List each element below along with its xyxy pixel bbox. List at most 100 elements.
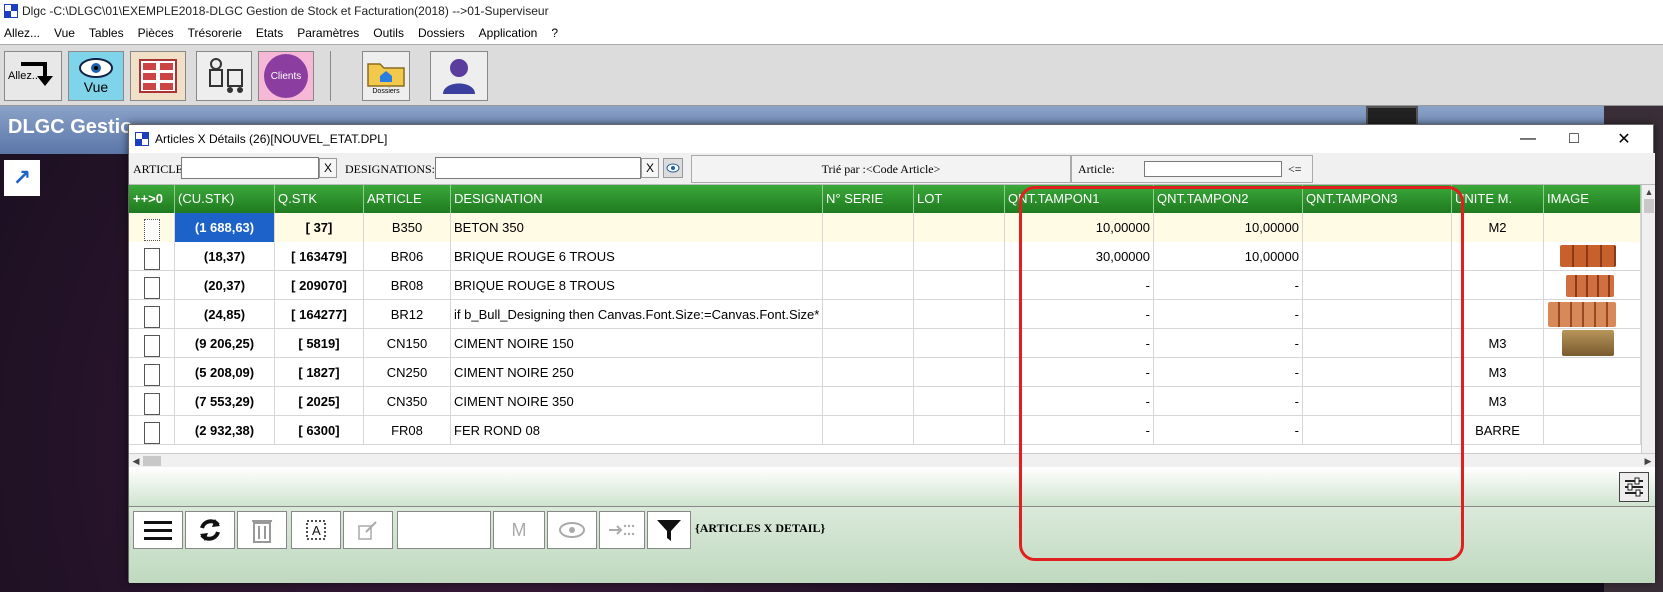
cu-stk-cell[interactable]: (18,37): [175, 242, 275, 271]
menu-dossiers[interactable]: Dossiers: [418, 26, 465, 40]
article-cell[interactable]: BR06: [364, 242, 451, 271]
close-button[interactable]: ✕: [1601, 125, 1647, 153]
menu-vue[interactable]: Vue: [54, 26, 75, 40]
menu-outils[interactable]: Outils: [373, 26, 404, 40]
unite-cell[interactable]: [1452, 300, 1544, 329]
unite-cell[interactable]: M3: [1452, 358, 1544, 387]
menu-button[interactable]: [133, 511, 183, 549]
image-cell[interactable]: [1544, 213, 1641, 242]
designation-cell[interactable]: if b_Bull_Designing then Canvas.Font.Siz…: [451, 300, 823, 329]
column-header-unite[interactable]: UNITE M.: [1452, 185, 1544, 213]
menu-help[interactable]: ?: [551, 26, 558, 40]
designations-clear-button[interactable]: X: [641, 158, 659, 178]
column-header-article[interactable]: ARTICLE: [364, 185, 451, 213]
lot-cell[interactable]: [914, 242, 1005, 271]
row-checkbox[interactable]: [129, 416, 175, 445]
column-header-q-stk[interactable]: Q.STK: [275, 185, 364, 213]
vue-button[interactable]: Vue: [68, 51, 124, 101]
q-stk-cell[interactable]: [ 37]: [275, 213, 364, 242]
scroll-right-icon[interactable]: ▶: [1641, 454, 1655, 468]
minimize-button[interactable]: —: [1505, 125, 1551, 153]
row-checkbox[interactable]: [129, 242, 175, 271]
designations-filter-input[interactable]: [435, 157, 641, 179]
cu-stk-cell[interactable]: (9 206,25): [175, 329, 275, 358]
article-clear-button[interactable]: X: [319, 158, 337, 178]
menu-application[interactable]: Application: [479, 26, 538, 40]
designation-cell[interactable]: BETON 350: [451, 213, 823, 242]
allez-button[interactable]: Allez...: [4, 51, 62, 101]
unite-cell[interactable]: [1452, 242, 1544, 271]
checkbox[interactable]: [143, 248, 160, 271]
unite-cell[interactable]: M2: [1452, 213, 1544, 242]
label-edit-button[interactable]: A: [291, 511, 341, 549]
menu-tresorerie[interactable]: Trésorerie: [188, 26, 242, 40]
article-search-input[interactable]: [1144, 161, 1282, 177]
image-cell[interactable]: [1544, 300, 1641, 329]
serie-cell[interactable]: [823, 300, 914, 329]
stock-button[interactable]: [196, 51, 252, 101]
q-stk-cell[interactable]: [ 209070]: [275, 271, 364, 300]
image-cell[interactable]: [1544, 387, 1641, 416]
serie-cell[interactable]: [823, 329, 914, 358]
cu-stk-cell[interactable]: (2 932,38): [175, 416, 275, 445]
row-checkbox[interactable]: [129, 387, 175, 416]
cu-stk-cell[interactable]: (20,37): [175, 271, 275, 300]
cu-stk-cell[interactable]: (5 208,09): [175, 358, 275, 387]
scroll-left-icon[interactable]: ◀: [129, 454, 143, 468]
scroll-up-icon[interactable]: ▲: [1642, 185, 1655, 199]
column-header-serie[interactable]: N° SERIE: [823, 185, 914, 213]
lot-cell[interactable]: [914, 271, 1005, 300]
unite-cell[interactable]: BARRE: [1452, 416, 1544, 445]
serie-cell[interactable]: [823, 387, 914, 416]
image-cell[interactable]: [1544, 416, 1641, 445]
row-checkbox[interactable]: [129, 300, 175, 329]
checkbox[interactable]: [143, 335, 160, 358]
row-checkbox[interactable]: [129, 271, 175, 300]
checkbox[interactable]: [143, 219, 160, 242]
checkbox[interactable]: [143, 422, 160, 445]
cu-stk-cell[interactable]: (24,85): [175, 300, 275, 329]
q-stk-cell[interactable]: [ 6300]: [275, 416, 364, 445]
unite-cell[interactable]: M3: [1452, 387, 1544, 416]
checkbox[interactable]: [143, 393, 160, 416]
q-stk-cell[interactable]: [ 2025]: [275, 387, 364, 416]
row-checkbox[interactable]: [129, 329, 175, 358]
designation-cell[interactable]: CIMENT NOIRE 350: [451, 387, 823, 416]
unite-cell[interactable]: M3: [1452, 329, 1544, 358]
tables-button[interactable]: [130, 51, 186, 101]
menu-etats[interactable]: Etats: [256, 26, 283, 40]
q-stk-cell[interactable]: [ 163479]: [275, 242, 364, 271]
checkbox[interactable]: [143, 277, 160, 300]
blank-button[interactable]: [397, 511, 491, 549]
m-button[interactable]: M: [493, 511, 545, 549]
image-cell[interactable]: [1544, 271, 1641, 300]
edit-disabled-button[interactable]: [343, 511, 393, 549]
vertical-scrollbar[interactable]: ▲: [1641, 185, 1655, 453]
lot-cell[interactable]: [914, 300, 1005, 329]
horizontal-scroll-thumb[interactable]: [143, 456, 161, 466]
q-stk-cell[interactable]: [ 1827]: [275, 358, 364, 387]
row-checkbox[interactable]: [129, 213, 175, 242]
vertical-scroll-thumb[interactable]: [1644, 199, 1654, 213]
user-button[interactable]: [430, 51, 488, 101]
article-cell[interactable]: FR08: [364, 416, 451, 445]
article-cell[interactable]: CN350: [364, 387, 451, 416]
designation-cell[interactable]: CIMENT NOIRE 150: [451, 329, 823, 358]
checkbox[interactable]: [143, 306, 160, 329]
menu-parametres[interactable]: Paramètres: [297, 26, 359, 40]
lot-cell[interactable]: [914, 329, 1005, 358]
article-search-arrow[interactable]: <=: [1288, 162, 1302, 177]
image-cell[interactable]: [1544, 358, 1641, 387]
lot-cell[interactable]: [914, 213, 1005, 242]
q-stk-cell[interactable]: [ 164277]: [275, 300, 364, 329]
article-cell[interactable]: BR08: [364, 271, 451, 300]
column-header-designation[interactable]: DESIGNATION: [451, 185, 823, 213]
designation-cell[interactable]: BRIQUE ROUGE 8 TROUS: [451, 271, 823, 300]
delete-button[interactable]: [237, 511, 287, 549]
lot-cell[interactable]: [914, 416, 1005, 445]
preview-eye-button[interactable]: [663, 158, 683, 178]
serie-cell[interactable]: [823, 213, 914, 242]
cu-stk-cell[interactable]: (7 553,29): [175, 387, 275, 416]
designation-cell[interactable]: BRIQUE ROUGE 6 TROUS: [451, 242, 823, 271]
column-header-cu-stk[interactable]: (CU.STK): [175, 185, 275, 213]
